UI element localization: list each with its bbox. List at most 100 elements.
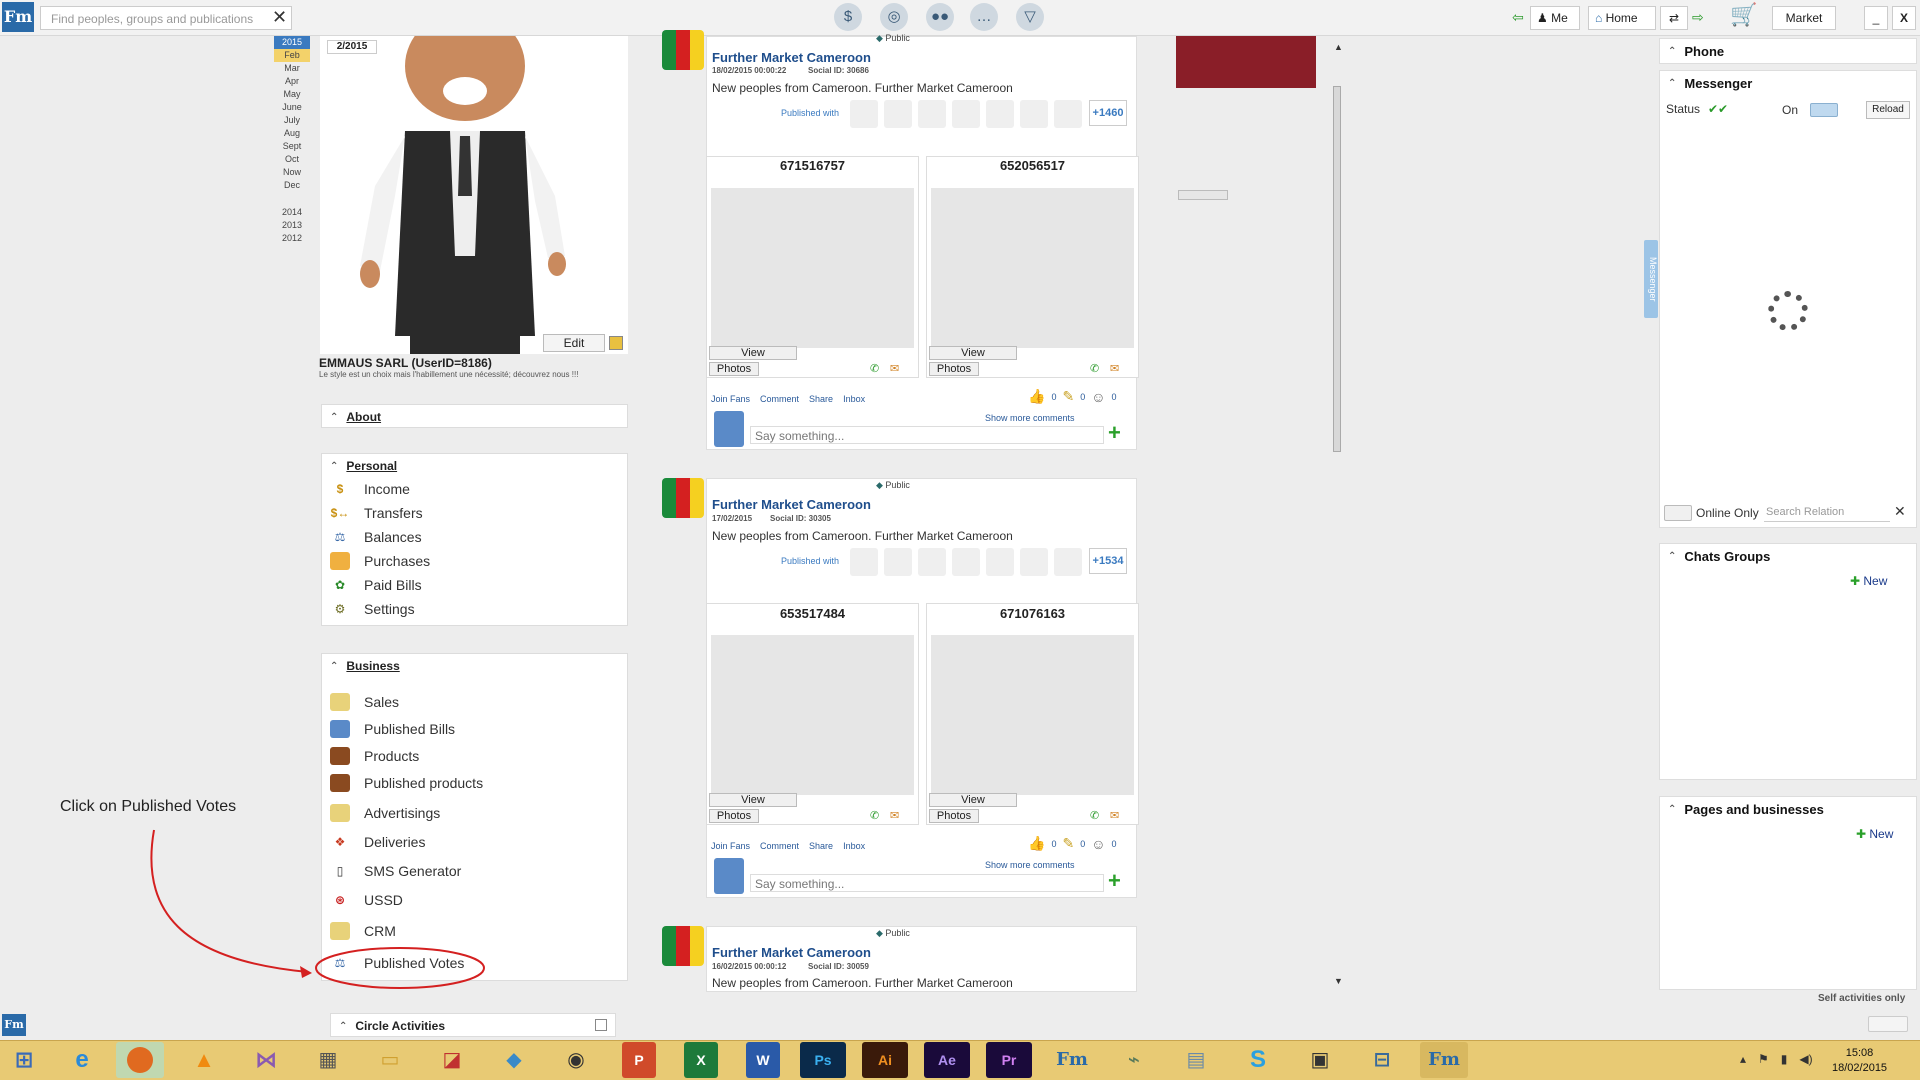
- avatar[interactable]: [952, 548, 980, 576]
- avatar[interactable]: [918, 100, 946, 128]
- join-fans-link[interactable]: Join Fans: [711, 841, 750, 851]
- share-link[interactable]: Share: [809, 841, 833, 851]
- inbox-link[interactable]: Inbox: [843, 841, 865, 851]
- collapse-icon[interactable]: ⌃: [339, 1021, 347, 1032]
- share-link[interactable]: Share: [809, 394, 833, 404]
- menu-item-settings[interactable]: ⚙ Settings: [330, 598, 415, 620]
- menu-item-balances[interactable]: ⚖ Balances: [330, 526, 422, 548]
- network-icon[interactable]: ▮: [1781, 1052, 1788, 1066]
- photos-button[interactable]: Photos: [709, 809, 759, 823]
- phone-title[interactable]: Phone: [1684, 44, 1724, 59]
- circle-activities-title[interactable]: Circle Activities: [355, 1019, 445, 1033]
- collapse-icon[interactable]: ⌃: [1668, 78, 1676, 89]
- avatar[interactable]: [884, 548, 912, 576]
- menu-item-income[interactable]: $ Income: [330, 478, 410, 500]
- view-button[interactable]: View: [709, 793, 797, 807]
- photo-placeholder[interactable]: [931, 188, 1134, 348]
- collapse-icon[interactable]: ⌃: [330, 661, 338, 672]
- clock[interactable]: 15:08 18/02/2015: [1832, 1046, 1887, 1076]
- fm-app-active-icon[interactable]: Fm: [1420, 1042, 1468, 1078]
- add-comment-icon[interactable]: +: [1108, 420, 1121, 446]
- app-icon[interactable]: ▤: [1172, 1042, 1220, 1078]
- avatar[interactable]: [952, 100, 980, 128]
- menu-item-products[interactable]: Products: [330, 745, 419, 767]
- calendar-month[interactable]: Oct: [274, 153, 310, 166]
- visual-studio-icon[interactable]: ⋈: [242, 1042, 290, 1078]
- cameroon-flag-icon[interactable]: [662, 478, 704, 518]
- add-comment-icon[interactable]: +: [1108, 868, 1121, 894]
- back-arrow-icon[interactable]: ⇦: [1512, 9, 1524, 26]
- collapse-icon[interactable]: ⌃: [1668, 551, 1676, 562]
- join-fans-link[interactable]: Join Fans: [711, 394, 750, 404]
- pages-businesses-title[interactable]: Pages and businesses: [1684, 802, 1823, 817]
- premiere-icon[interactable]: Pr: [986, 1042, 1032, 1078]
- calculator-icon[interactable]: ▦: [304, 1042, 352, 1078]
- avatar[interactable]: [1054, 100, 1082, 128]
- avatar[interactable]: [918, 548, 946, 576]
- message-icon[interactable]: ✉: [1110, 809, 1119, 822]
- post-title[interactable]: Further Market Cameroon: [712, 945, 871, 960]
- calendar-year-current[interactable]: 2015: [274, 36, 310, 49]
- app-icon[interactable]: ⊟: [1358, 1042, 1406, 1078]
- home-button[interactable]: ⌂ Home: [1588, 6, 1656, 30]
- excel-icon[interactable]: X: [684, 1042, 718, 1078]
- skype-icon[interactable]: S: [1234, 1042, 1282, 1078]
- post-title[interactable]: Further Market Cameroon: [712, 497, 871, 512]
- note-icon[interactable]: ✎: [1062, 388, 1074, 405]
- post-title[interactable]: Further Market Cameroon: [712, 50, 871, 65]
- calendar-year[interactable]: 2012: [274, 232, 310, 245]
- calendar-month[interactable]: May: [274, 88, 310, 101]
- calendar-month[interactable]: Feb: [274, 49, 310, 62]
- edit-profile-button[interactable]: Edit: [543, 334, 605, 352]
- window-icon[interactable]: [595, 1019, 607, 1031]
- reload-button[interactable]: Reload: [1866, 101, 1910, 119]
- self-activities-toggle[interactable]: [1868, 1016, 1908, 1032]
- firefox-icon[interactable]: [116, 1042, 164, 1078]
- volume-icon[interactable]: ◀): [1799, 1052, 1812, 1066]
- calendar-month[interactable]: Dec: [274, 179, 310, 192]
- app-icon[interactable]: ◆: [490, 1042, 538, 1078]
- calendar-month[interactable]: Aug: [274, 127, 310, 140]
- ie-icon[interactable]: e: [58, 1042, 106, 1078]
- menu-item-sales[interactable]: Sales: [330, 691, 399, 713]
- market-button[interactable]: Market: [1772, 6, 1836, 30]
- menu-item-published-bills[interactable]: Published Bills: [330, 718, 455, 740]
- people-icon[interactable]: ●●: [926, 3, 954, 31]
- money-icon[interactable]: $: [834, 3, 862, 31]
- about-link[interactable]: About: [346, 410, 381, 424]
- say-something-input[interactable]: Say something...: [750, 874, 1104, 892]
- calendar-year[interactable]: 2013: [274, 219, 310, 232]
- cameroon-flag-icon[interactable]: [662, 926, 704, 966]
- avatar[interactable]: [850, 100, 878, 128]
- comment-link[interactable]: Comment: [760, 841, 799, 851]
- photos-button[interactable]: Photos: [929, 362, 979, 376]
- message-icon[interactable]: ✉: [1110, 362, 1119, 375]
- fans-icon[interactable]: ☺: [1091, 836, 1105, 852]
- online-only-toggle[interactable]: [1664, 505, 1692, 521]
- vlc-icon[interactable]: ▲: [180, 1042, 228, 1078]
- comment-link[interactable]: Comment: [760, 394, 799, 404]
- photo-placeholder[interactable]: [711, 188, 914, 348]
- app-icon[interactable]: ⌁: [1110, 1042, 1158, 1078]
- forward-arrow-icon[interactable]: ⇨: [1692, 9, 1704, 26]
- switch-icon[interactable]: ⇄: [1660, 6, 1688, 30]
- clear-search-icon[interactable]: ✕: [272, 7, 287, 28]
- collapse-icon[interactable]: ⌃: [330, 412, 338, 423]
- menu-item-paid-bills[interactable]: ✿ Paid Bills: [330, 574, 422, 596]
- camera-icon[interactable]: ◉: [552, 1042, 600, 1078]
- collapse-icon[interactable]: ⌃: [1668, 46, 1676, 57]
- inbox-link[interactable]: Inbox: [843, 394, 865, 404]
- close-button[interactable]: X: [1892, 6, 1916, 30]
- fans-icon[interactable]: ☺: [1091, 389, 1105, 405]
- scroll-thumb[interactable]: [1333, 86, 1341, 452]
- calendar-month[interactable]: Now: [274, 166, 310, 179]
- call-icon[interactable]: ✆: [1090, 362, 1099, 375]
- avatar[interactable]: [884, 100, 912, 128]
- powerpoint-icon[interactable]: P: [622, 1042, 656, 1078]
- chats-groups-title[interactable]: Chats Groups: [1684, 549, 1770, 564]
- edit-photo-icon[interactable]: [609, 336, 623, 350]
- view-button[interactable]: View: [929, 346, 1017, 360]
- calendar-month[interactable]: June: [274, 101, 310, 114]
- call-icon[interactable]: ✆: [1090, 809, 1099, 822]
- fm-app-icon[interactable]: Fm: [1048, 1042, 1096, 1078]
